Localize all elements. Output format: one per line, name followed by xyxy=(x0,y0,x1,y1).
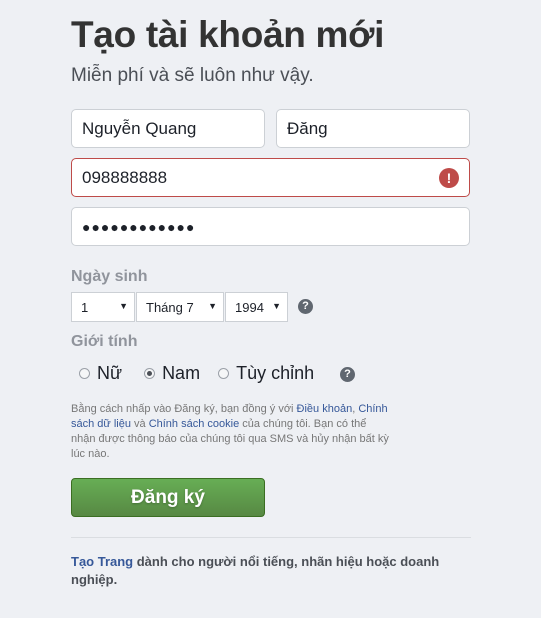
male-label: Nam xyxy=(162,363,201,383)
gender-help-icon[interactable]: ? xyxy=(340,367,355,382)
custom-radio[interactable] xyxy=(218,368,230,379)
password-field[interactable]: ●●●●●●●●●●●● xyxy=(71,207,470,246)
birthday-label: Ngày sinh xyxy=(71,268,148,285)
gender-option-female[interactable]: Nữ xyxy=(79,363,122,384)
year-value: 1994 xyxy=(235,299,264,315)
first-name-field[interactable] xyxy=(71,109,265,148)
last-name-input[interactable] xyxy=(287,118,459,139)
create-page-text: Tạo Trang dành cho người nổi tiếng, nhãn… xyxy=(71,553,471,589)
chevron-down-icon: ▼ xyxy=(208,301,217,311)
terms-link[interactable]: Điều khoản xyxy=(297,403,353,415)
chevron-down-icon: ▼ xyxy=(272,301,281,311)
phone-email-field[interactable]: ! xyxy=(71,158,470,197)
day-value: 1 xyxy=(81,299,89,315)
chevron-down-icon: ▼ xyxy=(119,301,128,311)
create-page-link[interactable]: Tạo Trang xyxy=(71,554,133,569)
gender-options: Nữ Nam Tùy chỉnh xyxy=(79,363,314,384)
terms-part: và xyxy=(130,418,149,430)
female-radio[interactable] xyxy=(79,368,90,379)
password-input[interactable]: ●●●●●●●●●●●● xyxy=(82,219,195,235)
gender-label: Giới tính xyxy=(71,333,138,350)
female-label: Nữ xyxy=(97,363,123,383)
gender-option-male[interactable]: Nam xyxy=(144,363,200,384)
signup-button[interactable]: Đăng ký xyxy=(71,478,265,517)
divider xyxy=(71,537,471,538)
year-select[interactable]: 1994 ▼ xyxy=(225,292,288,322)
page-subtitle: Miễn phí và sẽ luôn như vậy. xyxy=(71,65,314,86)
gender-option-custom[interactable]: Tùy chỉnh xyxy=(218,363,314,384)
birthday-help-icon[interactable]: ? xyxy=(298,299,313,314)
page-title: Tạo tài khoản mới xyxy=(71,14,385,55)
last-name-field[interactable] xyxy=(276,109,470,148)
male-radio[interactable] xyxy=(144,368,156,379)
month-value: Tháng 7 xyxy=(146,299,194,315)
phone-input[interactable] xyxy=(82,167,459,188)
cookie-policy-link[interactable]: Chính sách cookie xyxy=(149,418,240,430)
day-select[interactable]: 1 ▼ xyxy=(71,292,135,322)
month-select[interactable]: Tháng 7 ▼ xyxy=(136,292,224,322)
terms-part: Bằng cách nhấp vào Đăng ký, bạn đồng ý v… xyxy=(71,403,297,415)
custom-label: Tùy chỉnh xyxy=(236,363,315,383)
first-name-input[interactable] xyxy=(82,118,254,139)
terms-text: Bằng cách nhấp vào Đăng ký, bạn đồng ý v… xyxy=(71,402,389,462)
error-icon: ! xyxy=(439,168,459,188)
